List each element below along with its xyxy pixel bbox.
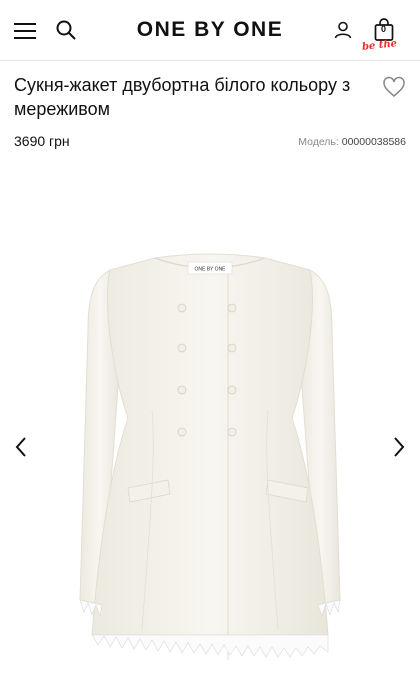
- model-value: 00000038586: [341, 136, 406, 148]
- model-label: Модель:: [298, 136, 339, 148]
- hamburger-menu-icon[interactable]: [10, 16, 40, 46]
- chevron-left-icon[interactable]: [6, 432, 36, 462]
- search-icon[interactable]: [52, 16, 80, 44]
- chevron-right-icon[interactable]: [384, 432, 414, 462]
- site-header: ONE BY ONE 0 be the: [0, 0, 420, 60]
- product-title: Сукня-жакет двубортна білого кольору з м…: [14, 75, 351, 119]
- product-image[interactable]: ONE BY ONE: [70, 160, 350, 700]
- model-number: Модель: 00000038586: [298, 136, 406, 148]
- product-gallery[interactable]: ONE BY ONE: [0, 160, 420, 700]
- header-divider: [0, 60, 420, 61]
- heart-icon[interactable]: [380, 73, 408, 101]
- garment-label: ONE BY ONE: [194, 267, 226, 273]
- cart-count: 0: [381, 24, 387, 34]
- promo-badge[interactable]: be the: [362, 38, 398, 53]
- product-price: 3690 грн: [14, 133, 70, 149]
- user-icon[interactable]: [330, 17, 356, 43]
